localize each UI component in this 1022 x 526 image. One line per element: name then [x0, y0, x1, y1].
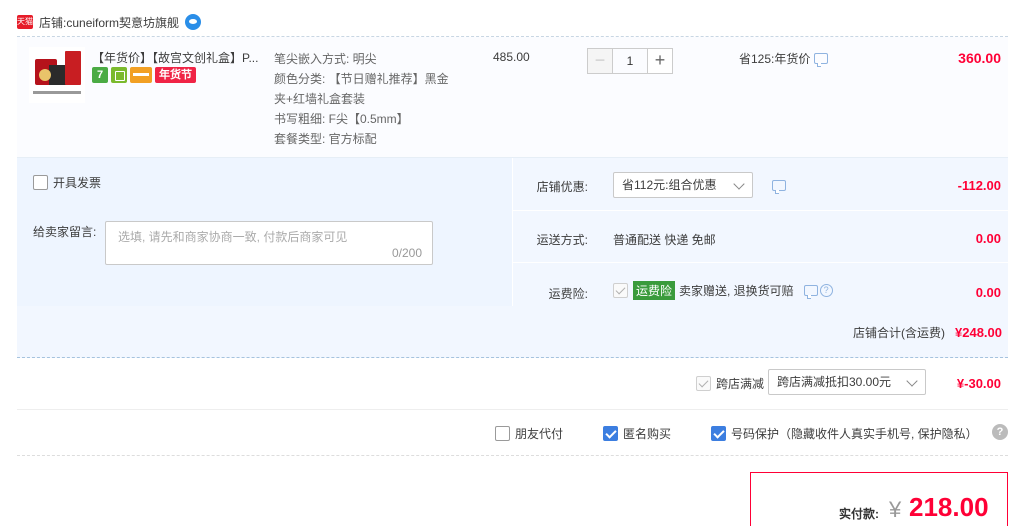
message-char-count: 0/200	[391, 246, 422, 260]
store-header: 天猫 店铺: cuneiform契意坊旗舰	[17, 12, 202, 32]
product-thumbnail[interactable]	[29, 47, 85, 103]
number-protect-label: 号码保护（隐藏收件人真实手机号, 保护隐私）	[731, 427, 978, 441]
thumbnail-art	[39, 69, 51, 81]
payment-amount: 218.00	[909, 492, 989, 522]
spec-line: 套餐类型: 官方标配	[274, 132, 377, 146]
saved-amount: 省125:年货价	[739, 50, 829, 67]
spec-line: 笔尖嵌入方式: 明尖	[274, 52, 377, 66]
shipping-insurance-row: 运费险: 运费险 卖家赠送, 退换货可赔 ? 0.00	[512, 262, 1008, 306]
cross-store-label: 跨店满减	[716, 377, 765, 391]
insurance-option: 运费险 卖家赠送, 退换货可赔 ?	[613, 281, 833, 300]
saved-text: 省125:年货价	[739, 52, 811, 66]
friend-pay-label: 朋友代付	[515, 427, 564, 441]
seven-day-return-icon[interactable]: 7	[92, 67, 108, 83]
shipping-fee: 0.00	[975, 231, 1001, 246]
right-panel: 店铺优惠: 省112元:组合优惠 -112.00 运送方式: 普通配送 快递 免…	[512, 158, 1008, 306]
insurance-label: 运费险:	[548, 287, 588, 301]
invoice-checkbox[interactable]	[33, 175, 48, 190]
cross-store-option: 跨店满减	[696, 375, 764, 392]
new-year-festival-badge: 年货节	[155, 67, 196, 83]
wangwang-chat-icon[interactable]	[185, 14, 202, 30]
quantity-input[interactable]: 1	[613, 48, 647, 74]
shipping-row: 运送方式: 普通配送 快递 免邮 0.00	[512, 210, 1008, 262]
store-total-label: 店铺合计(含运费)	[853, 326, 945, 340]
friend-pay-option[interactable]: 朋友代付	[495, 425, 563, 442]
shipping-label: 运送方式:	[536, 233, 588, 247]
product-title-link[interactable]: 【年货价】【故宫文创礼盒】P...	[92, 49, 262, 66]
shipping-method: 普通配送 快递 免邮	[613, 233, 716, 247]
shop-service-icon[interactable]	[111, 67, 127, 83]
insurance-tag: 运费险	[633, 281, 676, 300]
number-protect-checkbox[interactable]	[711, 426, 726, 441]
help-icon[interactable]: ?	[992, 424, 1008, 440]
store-name-link[interactable]: cuneiform契意坊旗舰	[66, 14, 179, 31]
item-total-price: 360.00	[958, 50, 1001, 66]
cross-store-checkbox	[696, 376, 711, 391]
store-total: 店铺合计(含运费) ¥248.00	[853, 324, 1002, 341]
anonymous-label: 匿名购买	[623, 427, 672, 441]
store-discount-select[interactable]: 省112元:组合优惠	[613, 172, 753, 198]
left-panel: 开具发票 给卖家留言: 选填, 请先和商家协商一致, 付款后商家可见 0/200	[17, 158, 512, 306]
cross-store-discount-row: 跨店满减 跨店满减抵扣30.00元 ¥-30.00	[17, 358, 1008, 410]
cross-store-value: ¥-30.00	[956, 376, 1001, 391]
friend-pay-checkbox[interactable]	[495, 426, 510, 441]
store-prefix: 店铺:	[39, 15, 67, 30]
service-badges: 7 年货节	[92, 67, 196, 83]
store-discount-value: -112.00	[957, 178, 1001, 193]
chevron-down-icon	[733, 178, 745, 190]
cross-store-selected: 跨店满减抵扣30.00元	[777, 375, 892, 389]
store-discount-row: 店铺优惠: 省112元:组合优惠 -112.00	[512, 158, 1008, 210]
tmall-icon: 天猫	[17, 15, 33, 29]
unit-price: 485.00	[493, 50, 530, 64]
invoice-option[interactable]: 开具发票	[33, 174, 101, 191]
insurance-text: 卖家赠送, 退换货可赔	[679, 284, 794, 298]
store-discount-selected: 省112元:组合优惠	[622, 178, 717, 192]
currency-symbol: ¥	[889, 497, 902, 522]
item-row: 【年货价】【故宫文创礼盒】P... 7 年货节 笔尖嵌入方式: 明尖 颜色分类:…	[17, 37, 1008, 157]
purchase-options: 朋友代付 匿名购买 号码保护（隐藏收件人真实手机号, 保护隐私） ?	[17, 410, 1008, 456]
message-placeholder: 选填, 请先和商家协商一致, 付款后商家可见	[118, 230, 348, 244]
comment-icon[interactable]	[803, 285, 818, 299]
decrease-quantity-button[interactable]: −	[587, 48, 613, 74]
store-total-value: ¥248.00	[955, 325, 1002, 340]
comment-icon[interactable]	[772, 180, 786, 194]
insurance-fee: 0.00	[975, 285, 1001, 300]
message-label: 给卖家留言:	[33, 225, 97, 239]
invoice-label: 开具发票	[53, 176, 102, 190]
payment-summary: 实付款: ¥ 218.00	[750, 472, 1008, 526]
increase-quantity-button[interactable]: +	[647, 48, 673, 74]
message-textarea[interactable]: 选填, 请先和商家协商一致, 付款后商家可见 0/200	[105, 221, 433, 265]
thumbnail-art	[65, 51, 81, 85]
quantity-stepper: − 1 +	[587, 48, 673, 74]
spec-line: 书写粗细: F尖【0.5mm】	[274, 112, 409, 126]
anonymous-option[interactable]: 匿名购买	[603, 425, 671, 442]
cross-store-select[interactable]: 跨店满减抵扣30.00元	[768, 369, 926, 395]
question-icon[interactable]: ?	[819, 284, 833, 297]
thumbnail-art	[33, 91, 81, 94]
chevron-down-icon	[906, 375, 918, 387]
credit-card-icon[interactable]	[130, 67, 152, 83]
anonymous-checkbox[interactable]	[603, 426, 618, 441]
order-extras-panel: 开具发票 给卖家留言: 选填, 请先和商家协商一致, 付款后商家可见 0/200…	[17, 158, 1008, 358]
spec-line: 颜色分类: 【节日赠礼推荐】黑金	[274, 72, 449, 86]
store-discount-label: 店铺优惠:	[536, 180, 588, 194]
number-protect-option[interactable]: 号码保护（隐藏收件人真实手机号, 保护隐私）	[711, 425, 978, 442]
product-specs: 笔尖嵌入方式: 明尖 颜色分类: 【节日赠礼推荐】黑金 夹+红墙礼盒套装 书写粗…	[274, 49, 464, 149]
comment-icon[interactable]	[814, 53, 829, 67]
payment-label: 实付款:	[839, 507, 879, 521]
spec-line: 夹+红墙礼盒套装	[274, 92, 366, 106]
insurance-checkbox	[613, 283, 628, 298]
